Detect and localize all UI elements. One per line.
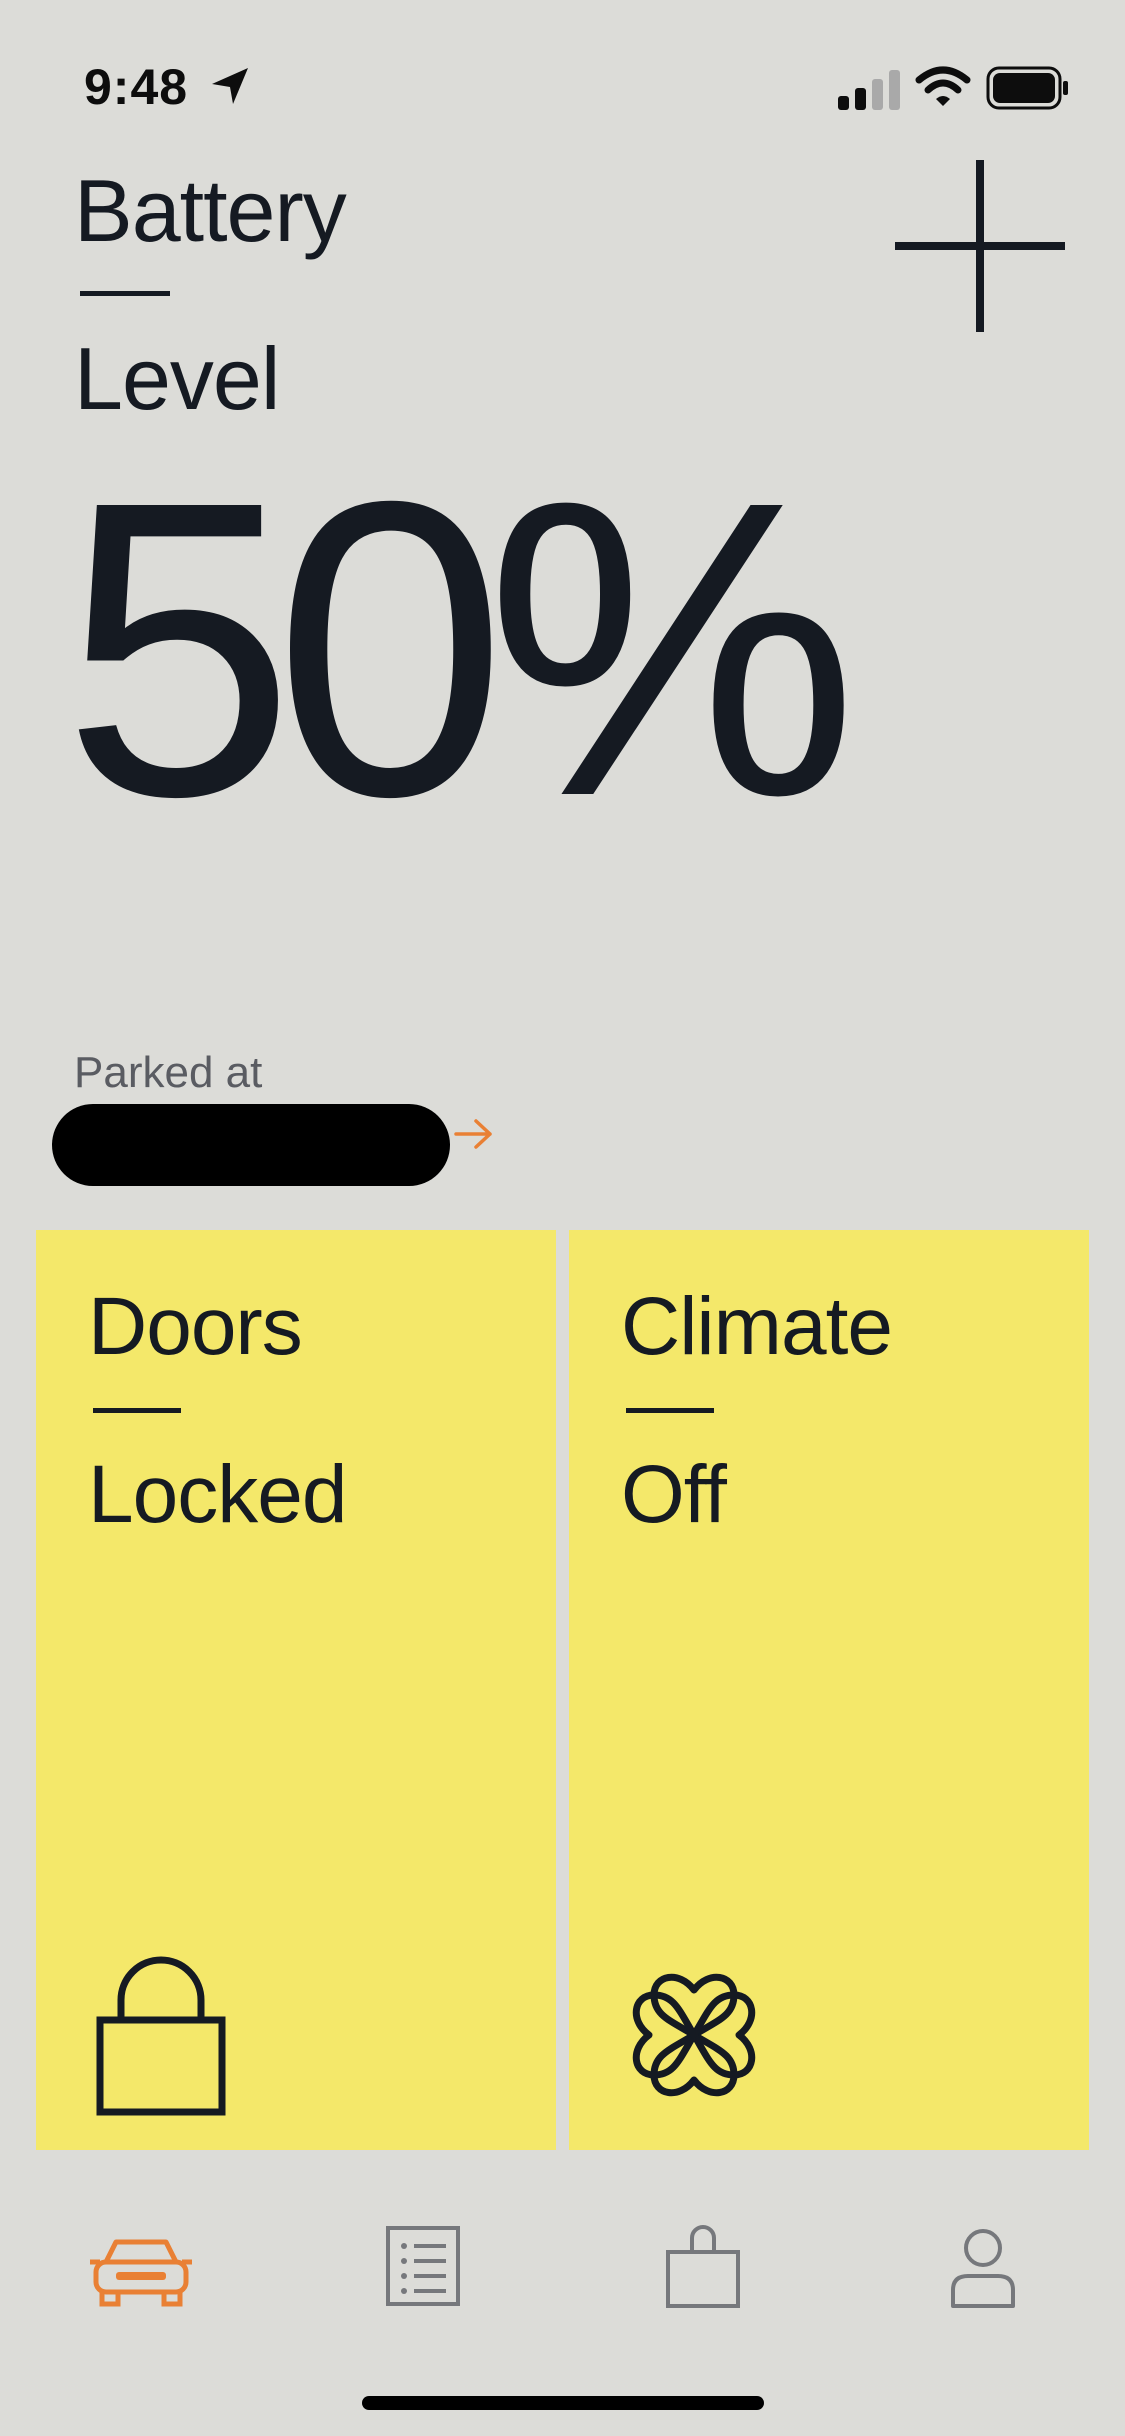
arrow-right-icon[interactable] [452,1112,496,1156]
battery-icon [986,66,1068,110]
climate-card[interactable]: Climate Off [569,1230,1089,2150]
parked-address[interactable] [52,1104,450,1186]
tab-list[interactable] [368,2224,478,2314]
shopping-bag-icon [666,2225,740,2308]
battery-level-value: 50% [62,415,859,884]
wifi-icon [915,66,971,106]
doors-status: Locked [88,1449,347,1540]
doors-card[interactable]: Doors Locked [36,1230,556,2150]
doors-title: Doors [88,1281,303,1372]
climate-title: Climate [621,1281,893,1372]
doors-divider [93,1408,181,1413]
home-indicator [362,2396,764,2410]
status-time: 9:48 [84,59,189,115]
title-divider [80,291,170,296]
cellular-signal-icon [838,70,900,110]
page-title-line1: Battery [74,161,347,260]
fan-icon [632,1973,756,2097]
climate-status: Off [621,1449,727,1540]
profile-icon [951,2229,1015,2308]
lock-icon [96,1956,226,2116]
add-button[interactable] [895,160,1065,332]
status-bar: 9:48 [0,0,1125,150]
car-icon [90,2239,192,2307]
tab-profile[interactable] [928,2224,1038,2314]
parked-at-label: Parked at [74,1048,263,1097]
tab-car[interactable] [86,2224,196,2314]
location-arrow-icon [212,68,248,104]
climate-divider [626,1408,714,1413]
tab-shop[interactable] [648,2224,758,2314]
list-icon [386,2226,460,2306]
